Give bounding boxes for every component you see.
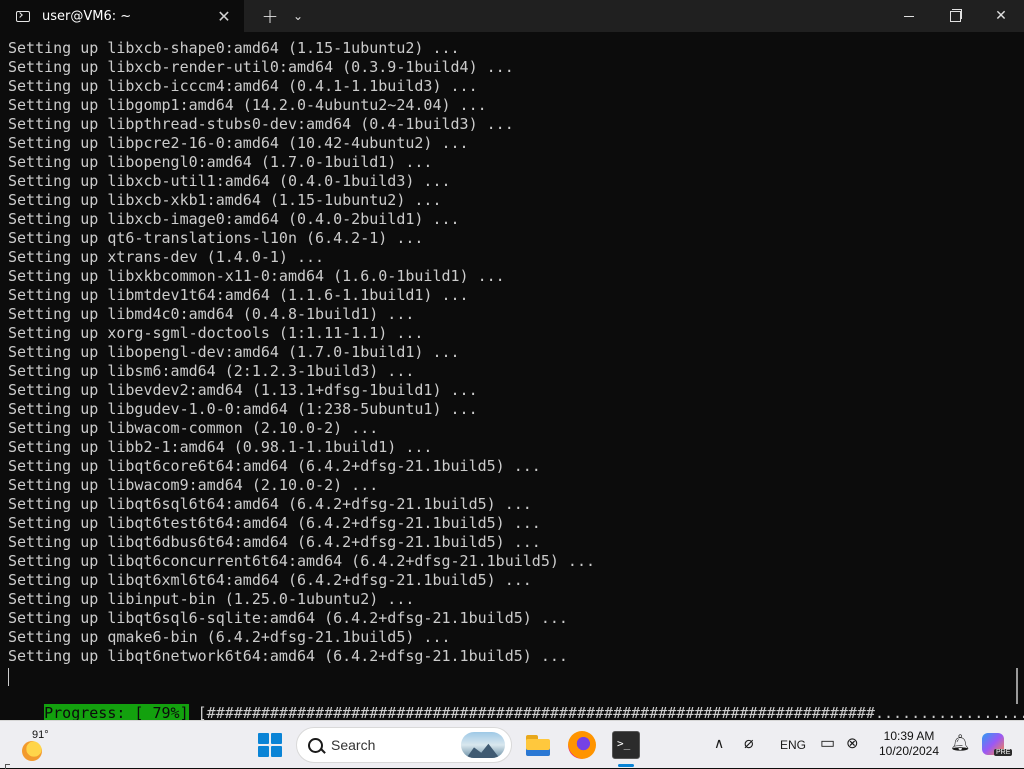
window-controls: ✕ bbox=[886, 0, 1024, 32]
new-tab-button[interactable]: + bbox=[256, 2, 284, 30]
network-icon[interactable]: ⌀ bbox=[744, 733, 754, 753]
weather-sun-icon bbox=[22, 741, 42, 761]
title-bar: user@VM6: ~ ✕ + ⌄ ✕ bbox=[0, 0, 1024, 32]
tab-dropdown-button[interactable]: ⌄ bbox=[284, 2, 312, 30]
windows-logo-tile bbox=[271, 746, 282, 757]
terminal-line: Setting up libmtdev1t64:amd64 (1.1.6-1.1… bbox=[8, 286, 469, 304]
search-highlight-image bbox=[461, 732, 505, 758]
terminal-line: Setting up libsm6:amd64 (2:1.2.3-1build3… bbox=[8, 362, 415, 380]
screen-corner-mark bbox=[5, 764, 10, 769]
terminal-line: Setting up libxcb-util1:amd64 (0.4.0-1bu… bbox=[8, 172, 451, 190]
terminal-tab-icon bbox=[16, 10, 30, 22]
terminal-line: Setting up libinput-bin (1.25.0-1ubuntu2… bbox=[8, 590, 415, 608]
terminal-line: Setting up libb2-1:amd64 (0.98.1-1.1buil… bbox=[8, 438, 433, 456]
terminal-line: Setting up libxcb-xkb1:amd64 (1.15-1ubun… bbox=[8, 191, 442, 209]
terminal-tab[interactable]: user@VM6: ~ ✕ bbox=[0, 0, 244, 32]
terminal-output[interactable]: Setting up libxcb-shape0:amd64 (1.15-1ub… bbox=[0, 32, 1024, 722]
tab-close-icon[interactable]: ✕ bbox=[214, 6, 234, 26]
terminal-line: Setting up libopengl0:amd64 (1.7.0-1buil… bbox=[8, 153, 433, 171]
notification-bell-icon[interactable]: 🔔︎ bbox=[950, 733, 970, 753]
terminal-line: Setting up libopengl-dev:amd64 (1.7.0-1b… bbox=[8, 343, 460, 361]
terminal-line: Setting up xorg-sgml-doctools (1:1.11-1.… bbox=[8, 324, 424, 342]
windows-logo-tile bbox=[271, 733, 282, 744]
terminal-line: Setting up libxcb-shape0:amd64 (1.15-1ub… bbox=[8, 39, 460, 57]
terminal-line: Setting up libgomp1:amd64 (14.2.0-4ubunt… bbox=[8, 96, 487, 114]
clock-time: 10:39 AM bbox=[883, 729, 935, 743]
terminal-line: Setting up qt6-translations-l10n (6.4.2-… bbox=[8, 229, 424, 247]
restore-icon bbox=[949, 8, 962, 22]
terminal-line: Setting up libxcb-icccm4:amd64 (0.4.1-1.… bbox=[8, 77, 478, 95]
terminal-line: Setting up libqt6core6t64:amd64 (6.4.2+d… bbox=[8, 457, 541, 475]
terminal-line: Setting up libxkbcommon-x11-0:amd64 (1.6… bbox=[8, 267, 505, 285]
start-button[interactable] bbox=[258, 733, 282, 757]
terminal-line: Setting up libqt6concurrent6t64:amd64 (6… bbox=[8, 552, 595, 570]
terminal-line: Setting up libqt6sql6t64:amd64 (6.4.2+df… bbox=[8, 495, 532, 513]
text-cursor bbox=[8, 668, 9, 686]
terminal-lines: Setting up libxcb-shape0:amd64 (1.15-1ub… bbox=[8, 39, 595, 666]
terminal-line: Setting up xtrans-dev (1.4.0-1) ... bbox=[8, 248, 325, 266]
terminal-line: Setting up libqt6sql6-sqlite:amd64 (6.4.… bbox=[8, 609, 568, 627]
language-indicator[interactable]: ENG bbox=[780, 738, 806, 752]
terminal-line: Setting up libwacom-common (2.10.0-2) ..… bbox=[8, 419, 379, 437]
clock-date: 10/20/2024 bbox=[878, 744, 940, 758]
terminal-line: Setting up libxcb-render-util0:amd64 (0.… bbox=[8, 58, 514, 76]
windows-logo-tile bbox=[258, 746, 269, 757]
firefox-icon[interactable] bbox=[568, 731, 596, 759]
search-placeholder: Search bbox=[331, 737, 376, 753]
terminal-line: Setting up libqt6dbus6t64:amd64 (6.4.2+d… bbox=[8, 533, 541, 551]
terminal-app-icon[interactable]: >_ bbox=[612, 731, 640, 759]
terminal-line: Setting up libwacom9:amd64 (2.10.0-2) ..… bbox=[8, 476, 379, 494]
terminal-line: Setting up libpcre2-16-0:amd64 (10.42-4u… bbox=[8, 134, 469, 152]
terminal-line: Setting up qmake6-bin (6.4.2+dfsg-21.1bu… bbox=[8, 628, 451, 646]
weather-temperature: 91° bbox=[32, 729, 49, 741]
file-explorer-icon[interactable] bbox=[524, 731, 552, 759]
taskbar: 91° Search >_ ∧ ⌀ ENG ▭ ⊗ 10:39 AM 10/20… bbox=[0, 720, 1024, 768]
close-window-button[interactable]: ✕ bbox=[978, 0, 1024, 32]
scrollbar-thumb[interactable] bbox=[1016, 668, 1018, 704]
terminal-line: Setting up libxcb-image0:amd64 (0.4.0-2b… bbox=[8, 210, 460, 228]
terminal-line: Setting up libevdev2:amd64 (1.13.1+dfsg-… bbox=[8, 381, 478, 399]
active-app-indicator bbox=[618, 764, 634, 767]
terminal-line: Setting up libqt6network6t64:amd64 (6.4.… bbox=[8, 647, 568, 665]
tab-title: user@VM6: ~ bbox=[42, 8, 132, 24]
progress-row: Progress: [ 79%] [######################… bbox=[8, 685, 1024, 722]
windows-logo-icon bbox=[258, 733, 269, 744]
taskbar-search[interactable]: Search bbox=[296, 727, 512, 763]
terminal-line: Setting up libqt6xml6t64:amd64 (6.4.2+df… bbox=[8, 571, 532, 589]
search-icon bbox=[308, 738, 323, 753]
show-hidden-icons-chevron-icon[interactable]: ∧ bbox=[714, 735, 724, 752]
volume-muted-icon[interactable]: ⊗ bbox=[846, 734, 859, 752]
display-icon[interactable]: ▭ bbox=[820, 733, 835, 753]
minimize-button[interactable] bbox=[886, 0, 932, 32]
terminal-line: Setting up libpthread-stubs0-dev:amd64 (… bbox=[8, 115, 514, 133]
clock[interactable]: 10:39 AM 10/20/2024 bbox=[874, 729, 944, 759]
terminal-line: Setting up libgudev-1.0-0:amd64 (1:238-5… bbox=[8, 400, 478, 418]
terminal-line: Setting up libmd4c0:amd64 (0.4.8-1build1… bbox=[8, 305, 415, 323]
maximize-button[interactable] bbox=[932, 0, 978, 32]
weather-widget[interactable]: 91° bbox=[18, 727, 66, 763]
terminal-line: Setting up libqt6test6t64:amd64 (6.4.2+d… bbox=[8, 514, 541, 532]
copilot-preview-badge: PRE bbox=[994, 749, 1013, 756]
minimize-icon bbox=[904, 15, 914, 17]
